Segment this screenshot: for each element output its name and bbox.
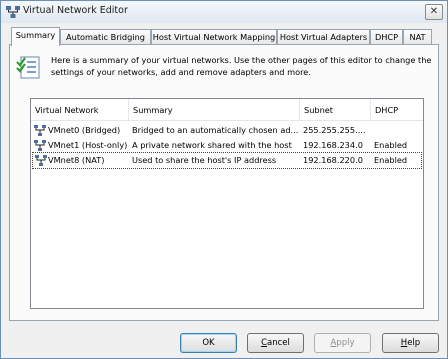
title-bar[interactable]: Virtual Network Editor ✕ [1,1,447,23]
apply-button-label: pply [336,338,355,348]
network-adapter-icon [33,139,47,152]
column-header-summary[interactable]: Summary [129,99,299,121]
checklist-icon [15,53,43,81]
column-header-subnet[interactable]: Subnet [300,99,370,121]
summary-description-line-1: Here is a summary of your virtual networ… [51,55,432,65]
cancel-button[interactable]: Cancel [247,333,304,353]
network-adapter-icon [34,154,48,167]
row-summary: Used to share the host's IP address [132,155,277,165]
network-adapter-icon [33,124,47,137]
window-title: Virtual Network Editor [23,5,128,16]
row-subnet: 255.255.255.... [303,125,366,135]
tab-automatic-bridging[interactable]: Automatic Bridging [60,29,151,45]
tab-dhcp[interactable]: DHCP [370,29,403,45]
help-button[interactable]: Help [382,333,439,353]
help-button-label: elp [407,338,421,348]
network-editor-icon [5,5,21,19]
row-network-name: VMnet1 (Host-only) [48,140,128,150]
tab-summary[interactable]: Summary [11,27,60,46]
column-header-virtual-network[interactable]: Virtual Network [31,99,128,121]
ok-button[interactable]: OK [180,333,237,353]
tab-host-virtual-adapters[interactable]: Host Virtual Adapters [277,29,370,45]
close-icon: ✕ [429,6,439,17]
row-subnet: 192.168.234.0 [303,140,363,150]
row-dhcp: Enabled [374,155,408,165]
cancel-button-label: ancel [267,338,290,348]
row-dhcp: Enabled [374,140,408,150]
tab-nat[interactable]: NAT [403,29,432,45]
row-summary: A private network shared with the host [132,140,292,150]
virtual-network-list[interactable]: Virtual Network Summary Subnet DHCP VMne… [30,98,424,309]
row-network-name: VMnet8 (NAT) [48,155,105,165]
table-row[interactable]: VMnet8 (NAT) Used to share the host's IP… [32,152,422,169]
summary-panel: Here is a summary of your virtual networ… [9,44,439,321]
row-subnet: 192.168.220.0 [303,155,363,165]
close-button[interactable]: ✕ [425,4,443,20]
row-summary: Bridged to an automatically chosen ad... [132,125,298,135]
ok-button-label: OK [202,338,215,348]
tab-host-virtual-network-mapping[interactable]: Host Virtual Network Mapping [151,29,277,45]
summary-description-line-2: settings of your networks, add and remov… [51,67,311,77]
list-header: Virtual Network Summary Subnet DHCP [31,99,423,121]
apply-button[interactable]: Apply [314,333,371,353]
column-header-dhcp[interactable]: DHCP [371,99,423,121]
summary-description: Here is a summary of your virtual networ… [51,54,435,78]
virtual-network-editor-window: Virtual Network Editor ✕ Summary Automat… [0,0,448,359]
row-dhcp [374,123,420,138]
row-network-name: VMnet0 (Bridged) [48,125,121,135]
